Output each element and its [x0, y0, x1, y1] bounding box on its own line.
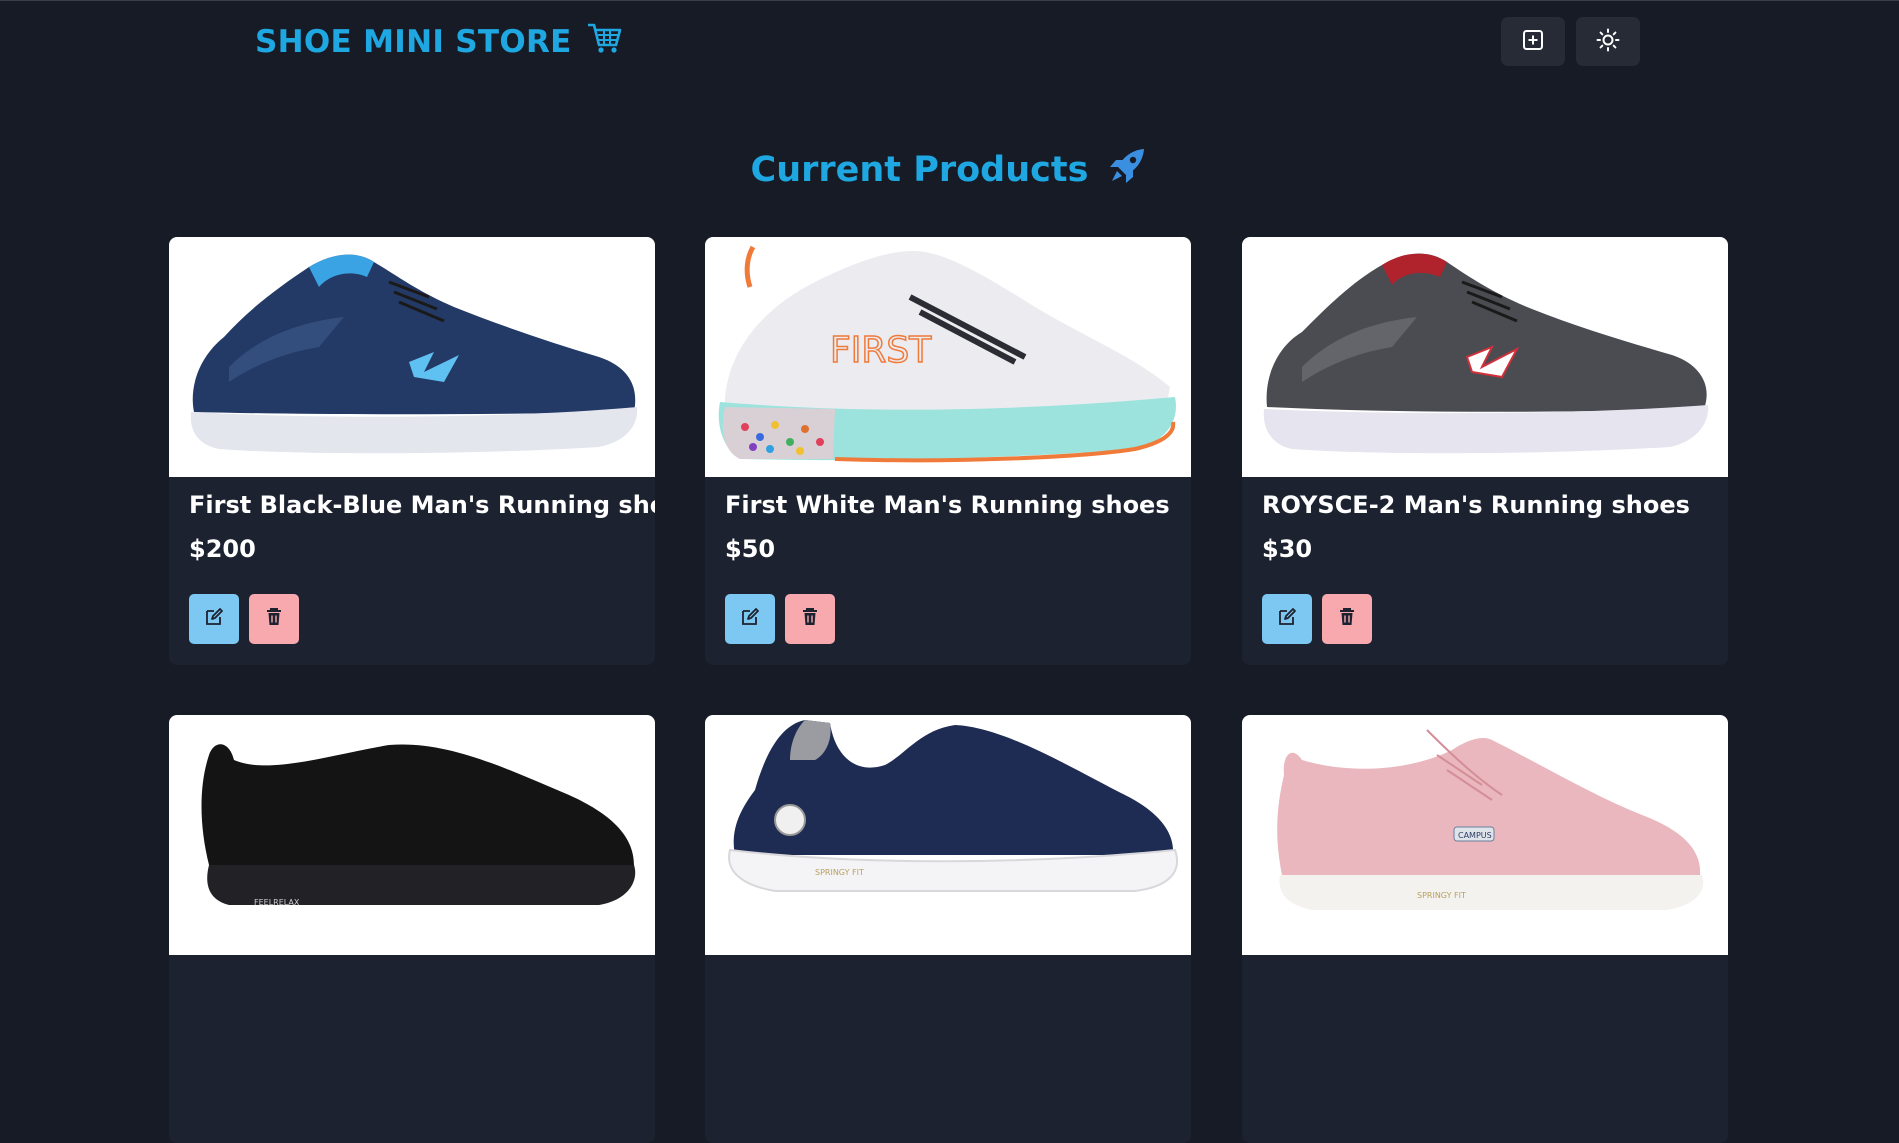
sun-icon — [1596, 28, 1620, 56]
theme-toggle-button[interactable] — [1576, 17, 1640, 66]
trash-icon — [801, 607, 819, 631]
product-name: First Black-Blue Man's Running shoes — [189, 491, 655, 519]
page-title-text: Current Products — [750, 150, 1089, 190]
product-card: FIRST First White Man's Running shoes $5… — [705, 237, 1191, 665]
delete-button[interactable] — [1322, 594, 1372, 644]
edit-icon — [740, 607, 760, 631]
page-title: Current Products — [0, 146, 1899, 194]
top-border — [0, 0, 1899, 1]
product-image — [169, 237, 655, 477]
delete-button[interactable] — [249, 594, 299, 644]
trash-icon — [1338, 607, 1356, 631]
delete-button[interactable] — [785, 594, 835, 644]
trash-icon — [265, 607, 283, 631]
svg-text:CAMPUS: CAMPUS — [1458, 831, 1492, 840]
product-price: $30 — [1262, 535, 1313, 563]
product-name: First White Man's Running shoes — [725, 491, 1170, 519]
svg-text:SPRINGY FIT: SPRINGY FIT — [815, 868, 864, 877]
shopping-cart-icon — [586, 21, 622, 63]
product-card: ROYSCE-2 Man's Running shoes $30 — [1242, 237, 1728, 665]
product-card: CAMPUS SPRINGY FIT — [1242, 715, 1728, 1143]
add-product-button[interactable] — [1501, 17, 1565, 66]
product-image: CAMPUS SPRINGY FIT — [1242, 715, 1728, 955]
edit-icon — [1277, 607, 1297, 631]
edit-button[interactable] — [725, 594, 775, 644]
product-price: $50 — [725, 535, 776, 563]
brand[interactable]: SHOE MINI STORE — [255, 20, 622, 64]
product-image: SPRINGY FIT — [705, 715, 1191, 955]
product-name: ROYSCE-2 Man's Running shoes — [1262, 491, 1690, 519]
edit-icon — [204, 607, 224, 631]
rocket-icon — [1106, 145, 1148, 196]
plus-square-icon — [1522, 29, 1544, 55]
product-card: SPRINGY FIT — [705, 715, 1191, 1143]
svg-text:FIRST: FIRST — [830, 330, 932, 371]
edit-button[interactable] — [1262, 594, 1312, 644]
product-image — [1242, 237, 1728, 477]
product-image: FIRST — [705, 237, 1191, 477]
edit-button[interactable] — [189, 594, 239, 644]
product-card: First Black-Blue Man's Running shoes $20… — [169, 237, 655, 665]
brand-title: SHOE MINI STORE — [255, 24, 572, 60]
svg-text:SPRINGY FIT: SPRINGY FIT — [1417, 891, 1466, 900]
product-card: FEELRELAX — [169, 715, 655, 1143]
svg-text:FEELRELAX: FEELRELAX — [254, 898, 300, 907]
product-price: $200 — [189, 535, 256, 563]
product-image: FEELRELAX — [169, 715, 655, 955]
